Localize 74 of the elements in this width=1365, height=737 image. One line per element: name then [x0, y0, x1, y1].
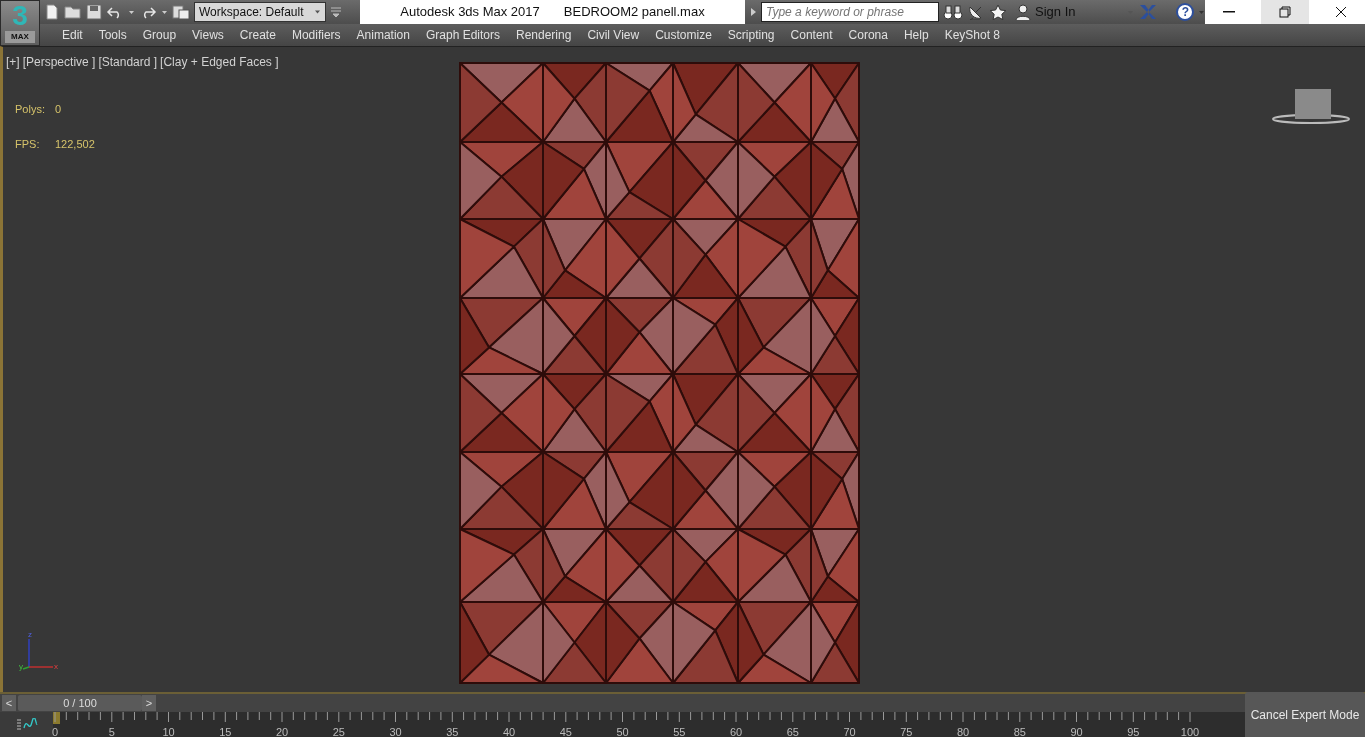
- stat-value: 0: [55, 102, 62, 117]
- save-icon[interactable]: [86, 4, 102, 20]
- menu-item[interactable]: Edit: [54, 26, 91, 44]
- timeline-tick-label: 20: [275, 725, 289, 737]
- menu-item[interactable]: Rendering: [508, 26, 580, 44]
- axis-label: z: [28, 630, 32, 639]
- timeline-tick-label: 65: [786, 725, 799, 737]
- previous-frame-button[interactable]: <: [2, 695, 16, 711]
- timeline-tick-label: 30: [389, 725, 402, 737]
- menu-item[interactable]: Corona: [840, 26, 896, 44]
- menu-icon[interactable]: [330, 4, 342, 20]
- help-button[interactable]: ?: [1176, 3, 1195, 21]
- timeline-tick-label: 25: [332, 725, 345, 737]
- new-file-icon[interactable]: [44, 4, 60, 20]
- open-folder-icon[interactable]: [64, 4, 82, 20]
- window-title: Autodesk 3ds Max 2017: [400, 3, 540, 22]
- timeline-tick-label: 15: [219, 725, 232, 737]
- menu-item[interactable]: Create: [231, 26, 284, 44]
- menu-item[interactable]: Civil View: [579, 26, 648, 44]
- menu-item[interactable]: Customize: [647, 26, 720, 44]
- axis-label: x: [54, 662, 58, 671]
- menu-item[interactable]: Content: [782, 26, 841, 44]
- cancel-expert-mode-button[interactable]: Cancel Expert Mode: [1245, 692, 1365, 737]
- timeline-tick-label: 50: [616, 725, 629, 737]
- viewport-menu-label[interactable]: [Clay + Edged Faces ]: [160, 53, 279, 71]
- view-cube-icon[interactable]: [1272, 89, 1350, 124]
- timeline-tick-label: 0: [51, 725, 59, 737]
- menu-item[interactable]: Views: [184, 26, 232, 44]
- menu-item[interactable]: Animation: [348, 26, 418, 44]
- next-frame-button[interactable]: >: [142, 695, 156, 711]
- timeline-tick-label: 10: [162, 725, 175, 737]
- menu-item[interactable]: Graph Editors: [417, 26, 508, 44]
- logo-label: MAX: [5, 31, 35, 43]
- timeline-tick-label: 95: [1127, 725, 1140, 737]
- stat-value: 122,502: [55, 136, 95, 152]
- restore-button[interactable]: [1261, 0, 1309, 24]
- curve-editor-icon[interactable]: [15, 717, 38, 732]
- star-icon[interactable]: [989, 4, 1007, 20]
- viewport-menu-label[interactable]: [Standard ]: [98, 53, 158, 71]
- workspace-dropdown[interactable]: Workspace: Default: [194, 2, 326, 22]
- timeline-tick-label: 80: [956, 725, 970, 737]
- timeline-tick-label: 100: [1180, 725, 1200, 737]
- timeline-tick-label: 35: [446, 725, 459, 737]
- menu-item[interactable]: KeyShot 8: [936, 26, 1008, 44]
- timeline-tick-label: 70: [843, 725, 856, 737]
- timeline-tick-label: 75: [900, 725, 913, 737]
- viewport-menu-label[interactable]: [+]: [6, 53, 20, 71]
- menu-item[interactable]: Modifiers: [283, 26, 349, 44]
- axis-tripod-icon: [22, 638, 54, 670]
- axis-label: y: [19, 662, 23, 671]
- timeline-tick-label: 45: [559, 725, 572, 737]
- app-logo[interactable]: 3 MAX: [0, 0, 40, 46]
- timeline-tick-label: 60: [729, 725, 743, 737]
- timeline-tick-label: 90: [1070, 725, 1083, 737]
- timeline-tick-label: 5: [108, 725, 115, 737]
- stat-label: Polys:: [15, 102, 46, 117]
- timeline-tick-label: 40: [502, 725, 516, 737]
- time-slider-thumb[interactable]: 0 / 100: [18, 695, 142, 711]
- restore-icon: [1277, 4, 1293, 20]
- timeline-tick-label: 85: [1013, 725, 1026, 737]
- menu-item[interactable]: Tools: [90, 26, 135, 44]
- viewport-menu-label[interactable]: [Perspective ]: [22, 53, 96, 71]
- menu-item[interactable]: Help: [895, 26, 937, 44]
- binoculars-icon[interactable]: [943, 4, 963, 20]
- timeline-tick-label: 55: [673, 725, 686, 737]
- user-icon: [1015, 4, 1031, 20]
- search-field[interactable]: Type a keyword or phrase: [761, 2, 939, 22]
- menu-item[interactable]: Group: [134, 26, 185, 44]
- stat-label: FPS:: [15, 136, 41, 152]
- minimize-icon: [1223, 11, 1235, 13]
- menu-item[interactable]: Scripting: [719, 26, 783, 44]
- file-name: BEDROOM2 panell.max: [563, 3, 705, 22]
- project-folder-icon[interactable]: [172, 4, 190, 20]
- close-icon: [1333, 4, 1349, 20]
